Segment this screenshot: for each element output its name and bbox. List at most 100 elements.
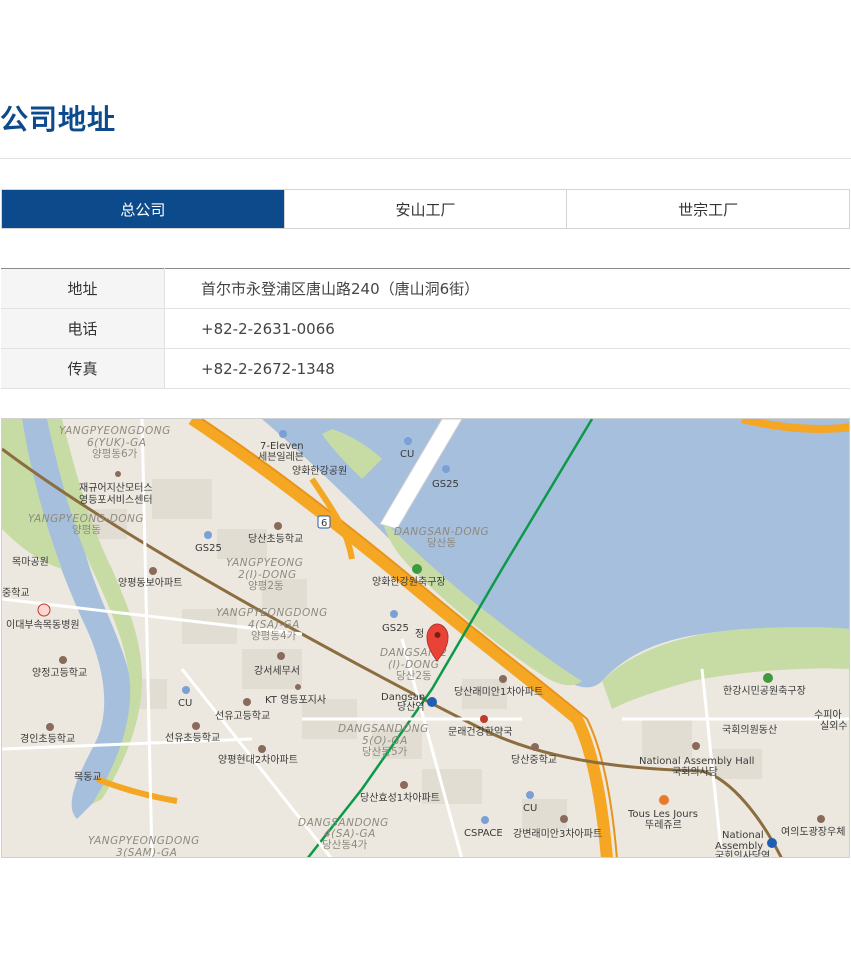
address-value: 首尔市永登浦区唐山路240（唐山洞6街） — [164, 268, 850, 309]
map-label-yangpyeong-dong-ko: 양평동 — [72, 524, 101, 536]
landmark-icon — [692, 742, 700, 750]
map-label-school-left: 중학교 — [2, 587, 30, 599]
map-label-assembly-hall-en: National Assembly Hall — [639, 756, 754, 767]
school-icon — [46, 723, 54, 731]
map-label-dangsan5-en: DANGSANDONG — [338, 723, 429, 735]
map-label-raemian3: 강변래미안3차아파트 — [513, 828, 602, 840]
hospital-icon — [37, 603, 51, 617]
title-divider — [0, 158, 851, 159]
address-label: 地址 — [1, 268, 165, 309]
government-icon — [277, 652, 285, 660]
map-label-jaegyu: 재규어지산모터스 — [79, 482, 153, 494]
map-label-seonyu-elem: 선유초등학교 — [165, 732, 220, 744]
park-icon — [412, 564, 422, 574]
map-label-yangpyeong2-ko: 양평2동 — [248, 580, 284, 592]
map-label-dangsan-dong-ko: 당산동 — [427, 537, 456, 549]
school-icon — [59, 656, 67, 664]
pharmacy-icon — [480, 715, 488, 723]
map-label-assembly-lib: 국회의원동산 — [722, 724, 777, 736]
map-label-raemian1: 당산래미안1차아파트 — [454, 686, 543, 698]
map-label-gs25-3: GS25 — [382, 623, 409, 634]
map-label-mokma-park: 목마공원 — [12, 556, 49, 568]
map-label-dangsan4-ko: 당산동4가 — [322, 839, 368, 851]
map-label-yangpyeong3-en2: 3(SAM)-GA — [116, 847, 177, 858]
subway-station-icon — [427, 697, 437, 707]
map-label-7eleven: 7-Eleven — [260, 441, 304, 452]
map-label-kt-post: KT 영등포지사 — [265, 694, 326, 706]
map-label-jeong: 정 — [415, 628, 424, 640]
map-label-gs25-1: GS25 — [432, 479, 459, 490]
post-office-icon — [817, 815, 825, 823]
map-label-gs25-2: GS25 — [195, 543, 222, 554]
apartment-icon — [258, 745, 266, 753]
store-icon — [404, 437, 412, 445]
apartment-icon — [149, 567, 157, 575]
map-label-national-assembly-en: National — [722, 830, 764, 841]
map-label-yangpyeong-bora: 양평동보아파트 — [118, 577, 182, 589]
map-label-mokdong-bridge: 목동교 — [74, 771, 102, 783]
map-label-yangpyeong4-en: YANGPYEONGDONG — [216, 607, 328, 619]
bakery-icon — [659, 795, 669, 805]
map-label-gangseo-tax: 강서세무서 — [254, 665, 300, 677]
contact-info-table: 地址 首尔市永登浦区唐山路240（唐山洞6街） 电话 +82-2-2631-00… — [1, 268, 850, 389]
tab-headquarters[interactable]: 总公司 — [2, 190, 285, 228]
map-canvas[interactable]: YANGPYEONGDONG 6(YUK)-GA 양평동6가 7-Eleven … — [2, 419, 850, 858]
store-icon — [182, 686, 190, 694]
building-icon — [295, 684, 301, 690]
apartment-icon — [499, 675, 507, 683]
page-title: 公司地址 — [0, 103, 117, 136]
phone-value: +82-2-2631-0066 — [164, 308, 850, 349]
map-label-yangpyeong6-ko: 양평동6가 — [92, 448, 138, 460]
apartment-icon — [400, 781, 408, 789]
store-icon — [526, 791, 534, 799]
address-row: 地址 首尔市永登浦区唐山路240（唐山洞6街） — [1, 268, 850, 309]
map-label-dangsan-hyosung: 당산효성1차아파트 — [360, 792, 440, 804]
school-icon — [531, 743, 539, 751]
subway-station-icon — [767, 838, 777, 848]
tab-ansan-factory[interactable]: 安山工厂 — [284, 190, 568, 228]
school-icon — [274, 522, 282, 530]
map-label-yangpyeong3-en: YANGPYEONGDONG — [88, 835, 200, 847]
store-icon — [481, 816, 489, 824]
map-label-yangpyeong-hyundai: 양평현대2차아파트 — [218, 754, 298, 766]
map-label-cu2: CU — [178, 698, 192, 709]
fax-row: 传真 +82-2-2672-1348 — [1, 348, 850, 389]
map-label-dangsan5-ko: 당산동5가 — [362, 746, 408, 758]
map-label-tous-les-jours: Tous Les Jours — [627, 809, 698, 820]
map-label-yeongdeungpo-service: 영등포서비스센터 — [79, 494, 153, 506]
map-label-yangjeong-high: 양정고등학교 — [32, 667, 87, 679]
map-label-dangsan2-ko: 당산2동 — [396, 670, 432, 682]
school-icon — [243, 698, 251, 706]
location-map[interactable]: YANGPYEONGDONG 6(YUK)-GA 양평동6가 7-Eleven … — [1, 418, 850, 858]
map-label-national-assembly-ko: 국회의사당역 — [715, 850, 770, 858]
tab-sejong-factory[interactable]: 世宗工厂 — [567, 190, 850, 228]
map-label-cu3: CU — [523, 803, 537, 814]
store-icon — [442, 465, 450, 473]
phone-label: 电话 — [1, 308, 165, 349]
map-label-ewha-hospital: 이대부속목동병원 — [6, 619, 80, 631]
map-label-route6: 6 — [321, 518, 327, 529]
store-icon — [204, 531, 212, 539]
park-icon — [763, 673, 773, 683]
map-label-assembly-hall-ko: 국회의사당 — [672, 766, 718, 778]
map-label-cspace: CSPACE — [464, 828, 503, 839]
map-label-dangsan-station-ko: 당산역 — [397, 701, 425, 713]
map-label-yangpyeong6-en: YANGPYEONGDONG — [59, 425, 171, 437]
map-label-suppia: 수피아 — [814, 709, 842, 721]
map-label-yangpyeong2-en: YANGPYEONG — [226, 557, 303, 569]
map-label-dangsan-elem: 당산초등학교 — [248, 533, 303, 545]
route6-shield: 6 — [317, 515, 331, 529]
map-label-yanghwa-soccer: 양화한강원축구장 — [372, 576, 446, 588]
map-label-yanghwa-park: 양화한강공원 — [292, 465, 347, 477]
fax-value: +82-2-2672-1348 — [164, 348, 850, 389]
map-label-tous-les-jours-ko: 뚜레쥬르 — [645, 819, 682, 831]
map-label-dangsan-middle: 당산중학교 — [511, 754, 557, 766]
map-label-yangpyeong4-ko: 양평동4가 — [251, 630, 297, 642]
map-label-munrae-pharmacy: 문래건강한약국 — [448, 726, 512, 738]
store-icon — [279, 430, 287, 438]
map-label-silwoe: 실외수 — [820, 720, 848, 732]
map-label-hangang-soccer: 한강시민공원축구장 — [723, 685, 806, 697]
fax-label: 传真 — [1, 348, 165, 389]
apartment-icon — [560, 815, 568, 823]
map-label-cu1: CU — [400, 449, 414, 460]
